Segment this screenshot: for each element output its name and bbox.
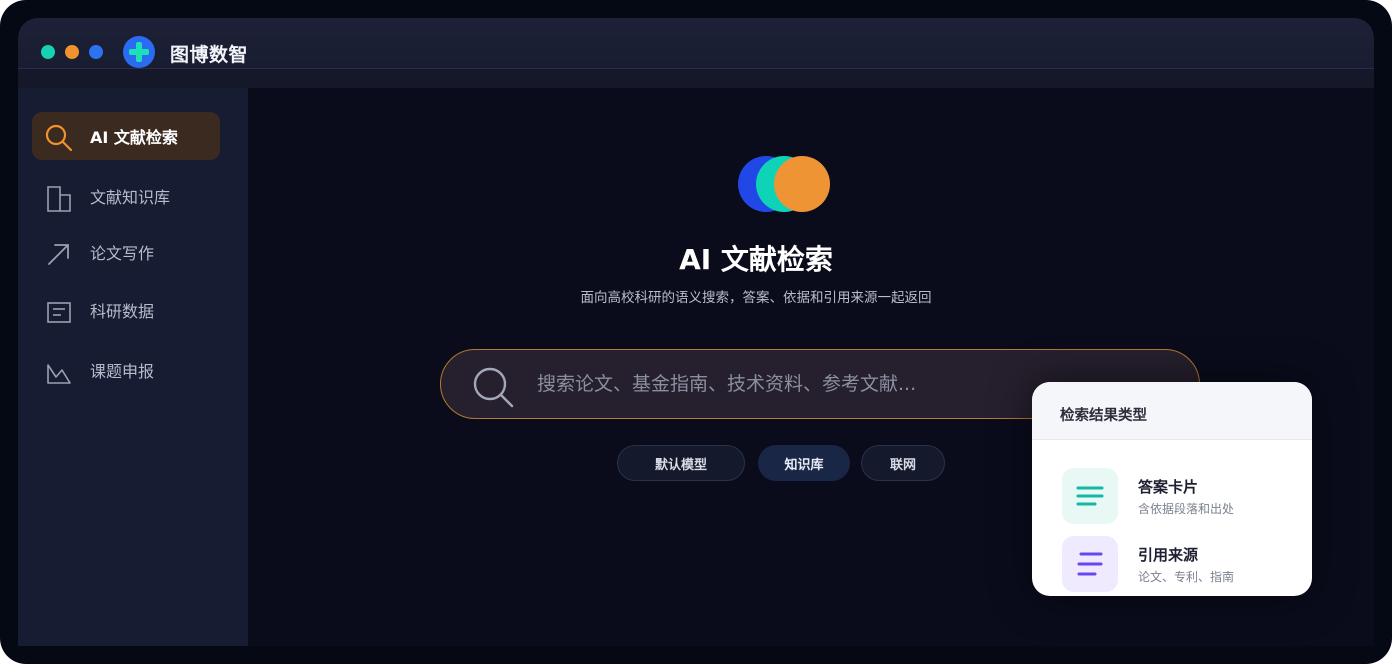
sidebar-item-project-apply[interactable]: 课题申报 [32,346,220,394]
sidebar-item-label: 科研数据 [90,302,155,321]
app-logo-icon [123,36,155,68]
chip-label: 默认模型 [654,457,707,473]
popup-title: 检索结果类型 [1060,408,1147,424]
window-dot-teal[interactable] [41,45,55,59]
chip-default-model[interactable]: 默认模型 [617,445,745,481]
sidebar-item-library[interactable]: 文献知识库 [32,172,220,220]
sidebar-item-label: 课题申报 [90,362,155,381]
document-icon [47,302,71,323]
sidebar-item-label: AI 文献检索 [90,128,178,147]
list-icon [1062,536,1118,592]
app-frame: 图博数智 AI 文献检索 文献知识库 论文写作 科研数据 课题申报 AI 文献检… [0,0,1392,664]
search-icon [45,124,73,152]
chip-knowledge-base[interactable]: 知识库 [758,445,850,481]
sidebar-item-ai-search[interactable]: AI 文献检索 [32,112,220,160]
sidebar-item-label: 论文写作 [90,244,155,263]
chart-peak-icon [47,364,71,384]
chip-label: 联网 [889,457,916,473]
lines-icon [1062,468,1118,524]
title-bar: 图博数智 [18,18,1374,88]
app-title: 图博数智 [170,44,249,66]
page-subtitle: 面向高校科研的语义搜索，答案、依据和引用来源一起返回 [580,290,932,306]
book-icon [47,186,71,212]
window-dot-orange[interactable] [65,45,79,59]
sidebar-item-label: 文献知识库 [90,188,171,207]
result-type-desc: 含依据段落和出处 [1138,502,1235,516]
search-input[interactable] [537,350,957,417]
result-type-title: 引用来源 [1138,546,1199,564]
result-type-popup: 检索结果类型 答案卡片 含依据段落和出处 引用来源 论文、专利、指南 [1032,382,1312,596]
result-type-desc: 论文、专利、指南 [1138,570,1235,584]
arrow-up-right-icon [48,244,69,265]
hero-logo-icon [738,156,830,212]
search-icon[interactable] [471,365,515,409]
popup-header: 检索结果类型 [1032,382,1312,440]
window-dot-blue[interactable] [89,45,103,59]
chip-web[interactable]: 联网 [861,445,945,481]
title-bar-bottom [18,69,1374,88]
result-type-title: 答案卡片 [1138,478,1199,496]
sidebar-item-research-data[interactable]: 科研数据 [32,286,220,334]
page-title: AI 文献检索 [679,243,833,276]
chip-label: 知识库 [784,457,824,473]
sidebar: AI 文献检索 文献知识库 论文写作 科研数据 课题申报 [18,88,248,646]
sidebar-item-writing[interactable]: 论文写作 [32,228,220,276]
